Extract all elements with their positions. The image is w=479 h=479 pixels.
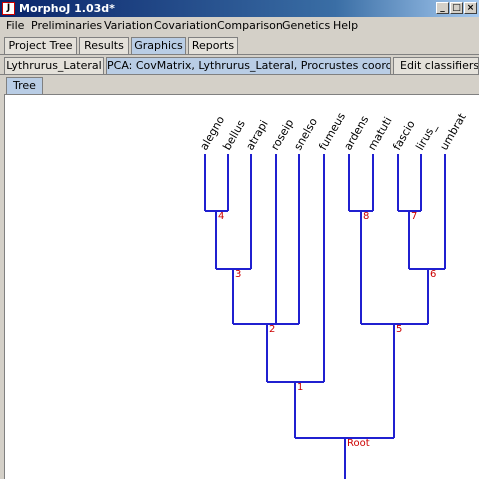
taxon-labels: alegno bellus atrapi roseip snelso fumeu… (197, 110, 469, 152)
menu-bar: File Preliminaries Variation Covariation… (0, 17, 479, 35)
title-bar: J MorphoJ 1.03d* _ □ × (0, 0, 479, 17)
menu-variation[interactable]: Variation (104, 19, 153, 32)
tab-lythrurus-lateral[interactable]: Lythrurus_Lateral (4, 57, 104, 74)
close-button[interactable]: × (464, 2, 477, 14)
tab-graphics[interactable]: Graphics (131, 37, 186, 54)
minimize-button[interactable]: _ (436, 2, 449, 14)
app-icon: J (2, 2, 15, 15)
taxon-label: umbrat (437, 111, 469, 153)
tree-plot: alegno bellus atrapi roseip snelso fumeu… (197, 110, 469, 479)
node-label-root: Root (347, 438, 370, 449)
tab-pca-covmatrix[interactable]: PCA: CovMatrix, Lythrurus_Lateral, Procr… (106, 57, 391, 74)
graphics-tab-divider (0, 74, 479, 75)
node-label: 6 (430, 269, 436, 280)
menu-preliminaries[interactable]: Preliminaries (31, 19, 102, 32)
tab-project-tree[interactable]: Project Tree (4, 37, 77, 54)
graphics-tab-row: Lythrurus_Lateral PCA: CovMatrix, Lythru… (0, 57, 479, 75)
tab-tree[interactable]: Tree (6, 77, 43, 94)
main-tab-divider (0, 54, 479, 55)
tree-branches (204, 154, 446, 479)
node-label: 7 (411, 211, 417, 222)
maximize-button[interactable]: □ (450, 2, 463, 14)
node-label: 2 (269, 324, 275, 335)
menu-comparison[interactable]: Comparison (217, 19, 283, 32)
tab-edit-classifiers[interactable]: Edit classifiers in (393, 57, 479, 74)
node-label: 5 (396, 324, 402, 335)
main-tab-row: Project Tree Results Graphics Reports (0, 37, 479, 55)
menu-file[interactable]: File (6, 19, 24, 32)
taxon-label: atrapi (243, 118, 270, 153)
tree-canvas: alegno bellus atrapi roseip snelso fumeu… (4, 94, 479, 479)
menu-covariation[interactable]: Covariation (154, 19, 217, 32)
sub-tab-row: Tree (0, 77, 479, 94)
node-label: 3 (235, 269, 241, 280)
tab-results[interactable]: Results (79, 37, 129, 54)
menu-help[interactable]: Help (333, 19, 358, 32)
node-label: 8 (363, 211, 369, 222)
tab-reports[interactable]: Reports (188, 37, 238, 54)
window-title: MorphoJ 1.03d* (19, 2, 115, 15)
node-label: 1 (297, 382, 303, 393)
menu-genetics[interactable]: Genetics (282, 19, 330, 32)
node-label: 4 (218, 211, 224, 222)
taxon-label: snelso (291, 115, 320, 152)
